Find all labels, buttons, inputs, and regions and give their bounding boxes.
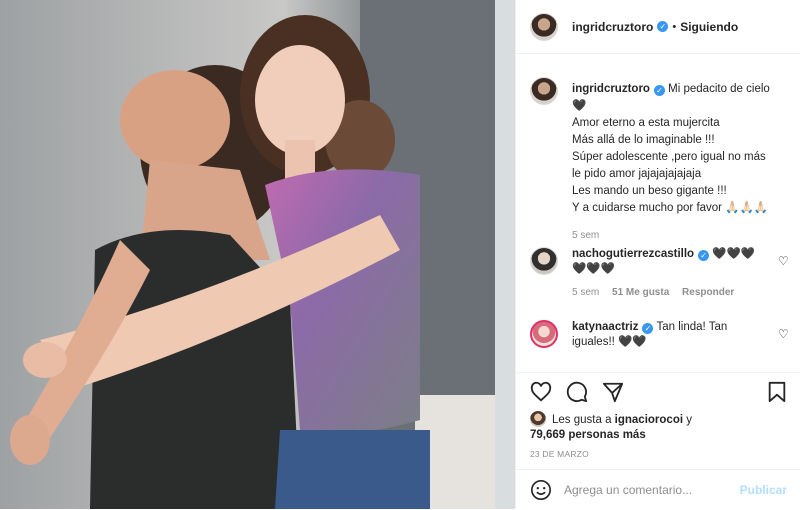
caption-line: Súper adolescente ,pero igual no más — [572, 151, 766, 163]
comment-time[interactable]: 5 sem — [572, 287, 599, 298]
caption-username[interactable]: ingridcruztoro — [572, 83, 650, 95]
action-icons — [530, 381, 788, 405]
verified-badge-icon: ✓ — [653, 85, 665, 96]
likes-prefix: Les gusta a — [552, 414, 612, 426]
likes-and: y — [686, 414, 692, 426]
commenter-avatar[interactable] — [530, 247, 558, 275]
caption-line: Y a cuidarse mucho por favor 🙏🏻🙏🏻🙏🏻 — [572, 202, 769, 214]
comment-like-heart-icon[interactable]: ♡ — [778, 328, 790, 340]
comment-body: nachogutierrezcastillo ✓ 🖤🖤🖤 🖤🖤🖤 5 sem 51… — [572, 247, 772, 300]
caption-line: le pido amor jajajajajajaja — [572, 168, 702, 180]
comment-likes[interactable]: 51 Me gusta — [612, 287, 669, 298]
liker-username[interactable]: ignaciorocoi — [615, 414, 683, 426]
comment-item: katynaactriz ✓ Tan linda! Tan iguales!! 🖤… — [530, 320, 790, 348]
commenter-username[interactable]: nachogutierrezcastillo — [572, 248, 694, 260]
author-avatar[interactable] — [530, 12, 558, 41]
author-username[interactable]: ingridcruztoro — [572, 20, 653, 34]
comment-meta: 5 sem 51 Me gusta Responder — [572, 285, 772, 300]
caption-line: Más allá de lo imaginable !!! — [572, 134, 715, 146]
comment-composer: Publicar — [516, 469, 800, 510]
caption-avatar[interactable] — [530, 77, 558, 105]
verified-badge-icon: ✓ — [657, 21, 669, 32]
verified-badge-icon: ✓ — [642, 323, 654, 334]
heart-icon[interactable] — [530, 381, 552, 403]
post-photo[interactable] — [0, 0, 515, 509]
instagram-post: ingridcruztoro ✓ • Siguiendo ingridcruzt… — [0, 0, 800, 509]
caption-body: ingridcruztoro ✓ Mi pedacito de cielo 🖤 A… — [572, 81, 790, 244]
comment-like-heart-icon[interactable]: ♡ — [778, 255, 790, 267]
post-date[interactable]: 23 DE MARZO — [530, 449, 589, 459]
smiley-icon[interactable] — [530, 479, 552, 501]
post-comment-button[interactable]: Publicar — [740, 483, 787, 497]
following-button[interactable]: Siguiendo — [680, 20, 738, 34]
comment-item: nachogutierrezcastillo ✓ 🖤🖤🖤 🖤🖤🖤 5 sem 51… — [530, 247, 790, 298]
reply-button[interactable]: Responder — [682, 287, 734, 298]
photo-illustration — [0, 0, 515, 509]
post-actions: Les gusta a ignaciorocoi y 79,669 person… — [516, 372, 800, 509]
commenter-username[interactable]: katynaactriz — [572, 321, 638, 333]
post-side-panel: ingridcruztoro ✓ • Siguiendo ingridcruzt… — [515, 0, 800, 509]
caption-line: Mi pedacito de cielo — [668, 83, 770, 95]
comment-body: katynaactriz ✓ Tan linda! Tan iguales!! 🖤… — [572, 320, 772, 350]
liker-avatar[interactable] — [530, 411, 546, 427]
likes-summary: Les gusta a ignaciorocoi y 79,669 person… — [530, 411, 692, 443]
bookmark-icon[interactable] — [766, 381, 788, 403]
separator-dot: • — [672, 20, 677, 33]
caption-line: 🖤 — [572, 100, 587, 112]
likes-count[interactable]: 79,669 personas más — [530, 429, 646, 441]
verified-badge-icon: ✓ — [698, 250, 710, 261]
comment-input[interactable] — [564, 483, 740, 497]
caption-time[interactable]: 5 sem — [572, 230, 599, 241]
post-header: ingridcruztoro ✓ • Siguiendo — [516, 0, 800, 54]
caption-line: Les mando un beso gigante !!! — [572, 185, 727, 197]
comment-icon[interactable] — [566, 381, 588, 403]
comments-list[interactable]: ingridcruztoro ✓ Mi pedacito de cielo 🖤 A… — [516, 55, 800, 372]
caption-meta: 5 sem — [572, 227, 790, 244]
caption-line: Amor eterno a esta mujercita — [572, 117, 720, 129]
commenter-avatar[interactable] — [530, 320, 558, 348]
paper-plane-icon[interactable] — [602, 381, 624, 403]
